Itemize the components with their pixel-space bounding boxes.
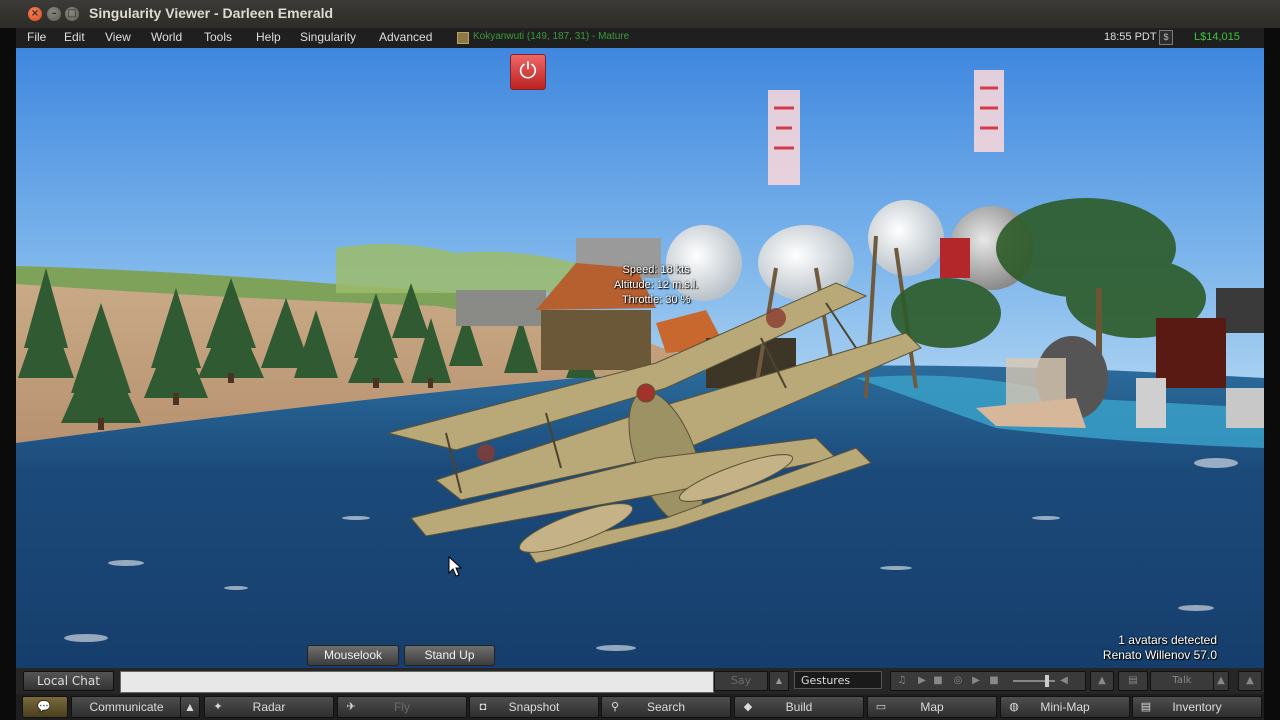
buy-currency-icon[interactable]: $ — [1159, 30, 1173, 45]
build-label: Build — [785, 700, 813, 714]
stop-icon[interactable]: ■ — [931, 674, 945, 688]
speech-bubble-icon: 💬 — [37, 701, 51, 713]
minimize-icon: – — [51, 8, 57, 19]
snapshot-button[interactable]: ◘ Snapshot — [469, 696, 599, 718]
radar-label: Radar — [252, 700, 286, 714]
menu-singularity[interactable]: Singularity — [300, 30, 356, 44]
window-maximize-button[interactable]: □ — [65, 7, 79, 21]
say-options-arrow-icon[interactable]: ▲ — [769, 671, 789, 691]
collapse-arrow-icon[interactable]: ▲ — [1238, 671, 1262, 691]
hud-speed: Speed: 18 kts — [622, 264, 690, 276]
menu-file[interactable]: File — [27, 30, 46, 44]
local-chat-button[interactable]: Local Chat — [23, 671, 114, 691]
stop-media-icon[interactable]: ■ — [987, 674, 1001, 688]
menu-tools[interactable]: Tools — [204, 30, 232, 44]
close-icon: × — [30, 8, 40, 19]
map-icon: ▭ — [875, 701, 887, 713]
window-right-edge — [1264, 28, 1280, 720]
menu-world[interactable]: World — [151, 30, 182, 44]
flight-hud: Speed: 18 kts Altitude: 12 m.s.l. Thrott… — [614, 263, 698, 308]
volume-knob[interactable] — [1045, 675, 1049, 687]
search-icon: ⚲ — [610, 701, 620, 713]
play-media-icon[interactable]: ▶ — [969, 674, 983, 688]
menu-bar: File Edit View World Tools Help Singular… — [16, 28, 1264, 48]
chat-bar: Local Chat Say ▲ Gestures ♫ ▶ ■ ◎ ▶ ■ ◀ … — [16, 668, 1264, 694]
media-icon[interactable]: ◎ — [951, 674, 965, 688]
hud-altitude: Altitude: 12 m.s.l. — [614, 279, 699, 291]
voice-settings-icon[interactable]: ▤ — [1118, 671, 1148, 691]
expand-media-arrow-icon[interactable]: ▲ — [1090, 671, 1114, 691]
globe-icon: ◍ — [1009, 701, 1019, 713]
mini-map-label: Mini-Map — [1040, 700, 1090, 714]
window-titlebar: × – □ Singularity Viewer - Darleen Emera… — [0, 0, 1280, 28]
window-title: Singularity Viewer - Darleen Emerald — [89, 5, 334, 21]
avatar-radar-overlay: 1 avatars detected Renato Willenov 57.0 — [1103, 633, 1217, 663]
world-viewport[interactable]: ⏻ Speed: 18 kts Altitude: 12 m.s.l. Thro… — [16, 48, 1264, 668]
communicate-button[interactable]: Communicate — [71, 696, 182, 718]
communicate-label: Communicate — [89, 700, 164, 714]
fly-icon: ✈ — [346, 701, 356, 713]
linden-balance[interactable]: L$14,015 — [1194, 31, 1240, 43]
window-left-edge — [0, 28, 16, 720]
play-icon[interactable]: ▶ — [915, 674, 929, 688]
cube-icon: ◆ — [743, 701, 753, 713]
chat-input[interactable] — [120, 671, 714, 693]
maximize-icon: □ — [67, 8, 77, 19]
menu-help[interactable]: Help — [256, 30, 281, 44]
menu-view[interactable]: View — [105, 30, 131, 44]
mouse-cursor-icon — [448, 556, 462, 577]
inventory-label: Inventory — [1172, 700, 1222, 714]
stand-up-button[interactable]: Stand Up — [404, 645, 495, 666]
avatars-detected: 1 avatars detected — [1118, 633, 1217, 647]
menu-edit[interactable]: Edit — [64, 30, 85, 44]
snapshot-label: Snapshot — [508, 700, 560, 714]
gestures-dropdown[interactable]: Gestures — [794, 671, 882, 689]
scene-render — [16, 70, 1264, 668]
build-button[interactable]: ◆ Build — [734, 696, 864, 718]
window-close-button[interactable]: × — [28, 7, 42, 21]
power-icon: ⏻ — [519, 59, 537, 84]
parcel-location[interactable]: Kokyanwuti (149, 187, 31) - Mature — [473, 31, 629, 42]
speaker-icon[interactable]: ◀ — [1057, 674, 1071, 688]
bottom-toolbar: 💬 Communicate ▲ ✦ Radar ✈ Fly ◘ Snapshot ⚲ S… — [16, 694, 1264, 720]
clock: 18:55 PDT — [1104, 31, 1157, 43]
say-button[interactable]: Say — [714, 671, 768, 691]
inventory-button[interactable]: ▤ Inventory — [1132, 696, 1262, 718]
window-minimize-button[interactable]: – — [47, 7, 61, 21]
mini-map-button[interactable]: ◍ Mini-Map — [1000, 696, 1130, 718]
parcel-icon[interactable] — [457, 32, 469, 44]
media-controls: ♫ ▶ ■ ◎ ▶ ■ ◀ — [890, 671, 1086, 691]
talk-button[interactable]: Talk — [1150, 671, 1214, 691]
mouselook-button[interactable]: Mouselook — [307, 645, 399, 666]
chat-history-button[interactable]: 💬 — [22, 696, 68, 718]
search-button[interactable]: ⚲ Search — [601, 696, 731, 718]
radar-button[interactable]: ✦ Radar — [204, 696, 334, 718]
fly-label: Fly — [394, 700, 410, 714]
inventory-icon: ▤ — [1140, 701, 1152, 713]
map-button[interactable]: ▭ Map — [867, 696, 997, 718]
radar-icon: ✦ — [213, 701, 223, 713]
communicate-arrow-icon[interactable]: ▲ — [180, 696, 200, 718]
camera-icon: ◘ — [479, 701, 487, 713]
hud-power-button[interactable]: ⏻ — [510, 54, 546, 90]
distant-trees — [336, 244, 576, 293]
fly-button[interactable]: ✈ Fly — [337, 696, 467, 718]
menu-advanced[interactable]: Advanced — [379, 30, 432, 44]
map-label: Map — [920, 700, 944, 714]
talk-options-arrow-icon[interactable]: ▲ — [1213, 671, 1229, 691]
music-icon[interactable]: ♫ — [895, 674, 909, 688]
red-tower — [940, 238, 970, 278]
nearby-avatar: Renato Willenov 57.0 — [1102, 648, 1217, 662]
hud-throttle: Throttle: 30 % — [621, 294, 691, 306]
search-label: Search — [646, 700, 686, 714]
floating-banner — [768, 90, 800, 185]
